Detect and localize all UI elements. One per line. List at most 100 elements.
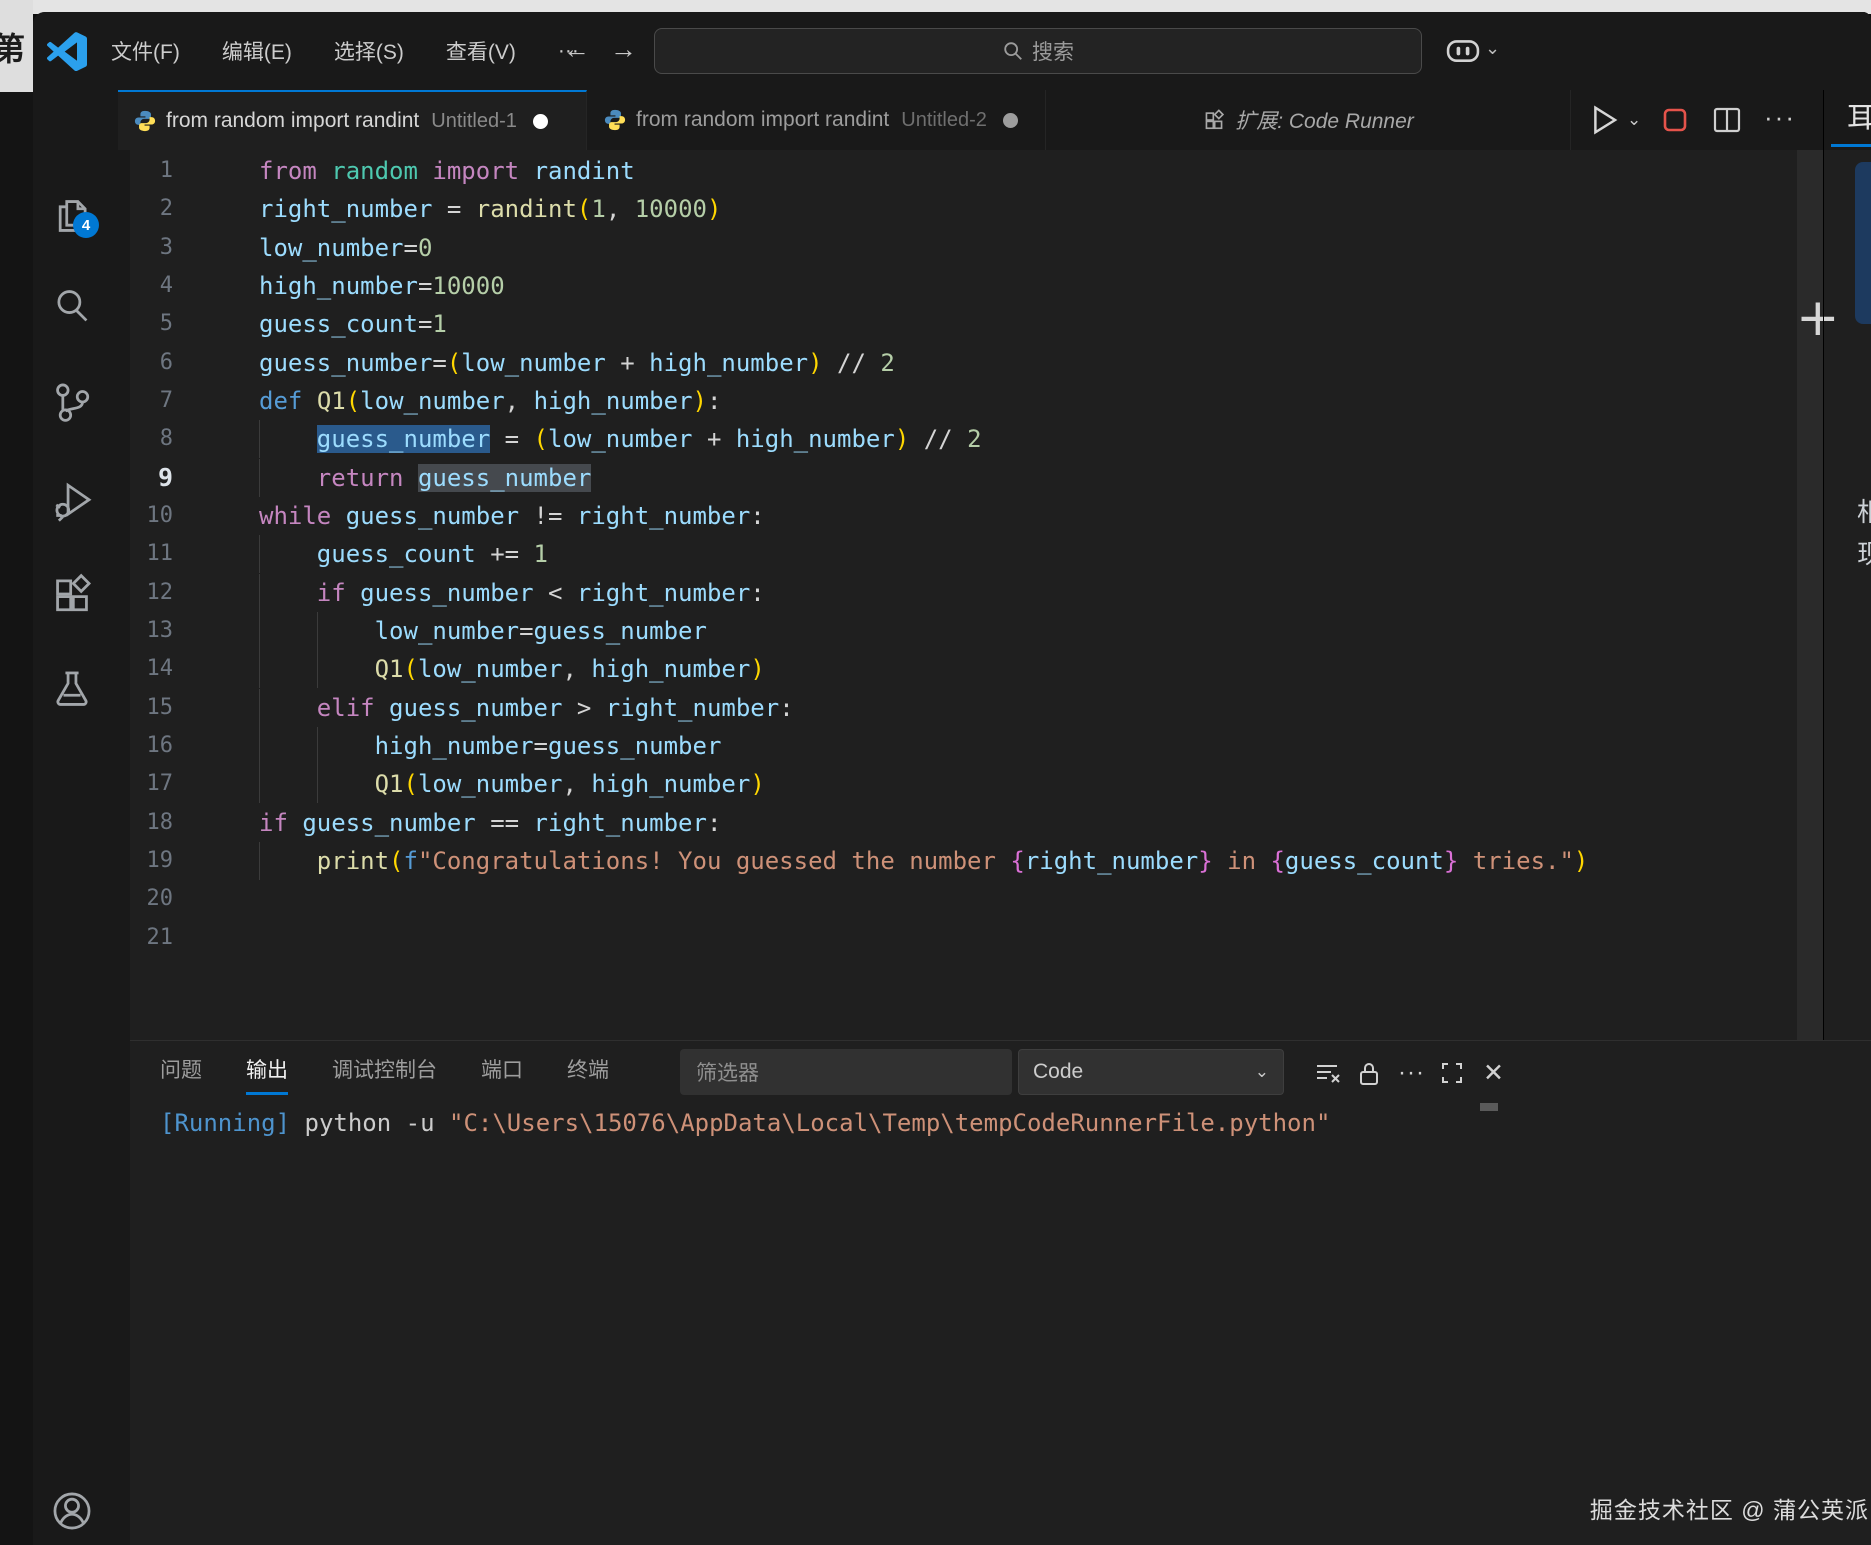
background-window-edge: 第: [0, 0, 33, 92]
testing-icon[interactable]: [51, 669, 93, 711]
run-code-button[interactable]: [1589, 104, 1619, 136]
tab-code-runner-extension[interactable]: 扩展: Code Runner: [1047, 90, 1571, 150]
code-token: >: [562, 694, 605, 722]
output-segment: python -u: [305, 1109, 450, 1137]
code-line[interactable]: while guess_number != right_number:: [259, 497, 765, 535]
code-line[interactable]: high_number=guess_number: [259, 727, 721, 765]
panel-tab-item[interactable]: 终端: [567, 1054, 609, 1095]
tab-title: 扩展: Code Runner: [1235, 105, 1414, 135]
panel-scrollbar-thumb[interactable]: [1480, 1103, 1498, 1111]
code-token: Q1: [375, 655, 404, 683]
line-number: 8: [130, 420, 173, 458]
line-number: 16: [130, 727, 173, 765]
code-token: =: [418, 272, 432, 300]
right-group-active-tab-underline: [1831, 144, 1871, 147]
copilot-icon[interactable]: [1444, 34, 1482, 66]
run-and-debug-icon[interactable]: [51, 480, 93, 522]
modified-dot-icon[interactable]: [1003, 113, 1018, 128]
code-line[interactable]: guess_count += 1: [259, 535, 548, 573]
code-line[interactable]: print(f"Congratulations! You guessed the…: [259, 842, 1588, 880]
search-sidebar-icon[interactable]: [51, 285, 93, 327]
editor-group-separator[interactable]: [1823, 90, 1824, 1040]
menu-item[interactable]: 文件(F): [95, 28, 196, 74]
code-line[interactable]: Q1(low_number, high_number): [259, 765, 765, 803]
line-number: 11: [130, 535, 173, 573]
editor-scrollbar[interactable]: [1797, 150, 1823, 1040]
line-number: 20: [130, 880, 173, 918]
close-panel-button[interactable]: ✕: [1483, 1061, 1504, 1085]
panel-tab-item[interactable]: 端口: [481, 1054, 523, 1095]
code-line[interactable]: guess_count=1: [259, 305, 447, 343]
menu-item[interactable]: 查看(V): [430, 28, 532, 74]
code-token: :: [707, 809, 721, 837]
code-token: }: [1198, 847, 1212, 875]
editor-tab-bar: from random import randint Untitled-1 fr…: [130, 90, 1871, 150]
code-line[interactable]: high_number=10000: [259, 267, 505, 305]
code-token: low_number: [418, 770, 563, 798]
code-token: ,: [562, 655, 591, 683]
activity-bar: 4 ⚙: [33, 90, 130, 1545]
code-token: f: [404, 847, 418, 875]
forward-arrow-icon[interactable]: →: [610, 34, 637, 65]
code-line[interactable]: guess_number = (low_number + high_number…: [259, 420, 982, 458]
code-token: 1: [534, 540, 548, 568]
account-icon[interactable]: [51, 1490, 93, 1532]
code-line[interactable]: from random import randint: [259, 152, 635, 190]
extensions-icon[interactable]: [51, 573, 93, 615]
code-token: [302, 387, 316, 415]
code-token: :: [750, 579, 764, 607]
indent-guide: [259, 765, 317, 803]
code-token: =: [432, 349, 446, 377]
output-filter-input[interactable]: 筛选器: [680, 1049, 1012, 1095]
code-token: tries.": [1458, 847, 1574, 875]
lock-scroll-icon[interactable]: [1357, 1061, 1381, 1087]
code-token: [288, 809, 302, 837]
tab-untitled-1[interactable]: from random import randint Untitled-1: [118, 90, 587, 150]
back-arrow-icon[interactable]: ←: [563, 34, 590, 65]
modified-dot-icon[interactable]: [533, 114, 548, 129]
source-control-icon[interactable]: [51, 381, 93, 423]
maximize-panel-icon[interactable]: [1440, 1061, 1464, 1085]
code-line[interactable]: low_number=0: [259, 229, 432, 267]
code-editor[interactable]: 1from random import randint2right_number…: [130, 150, 1797, 1040]
code-line[interactable]: if guess_number < right_number:: [259, 574, 765, 612]
stop-button[interactable]: [1662, 107, 1688, 133]
indent-guide: [259, 459, 317, 497]
code-token: in: [1213, 847, 1271, 875]
code-token: ): [1574, 847, 1588, 875]
search-icon: [1002, 40, 1024, 62]
code-line[interactable]: right_number = randint(1, 10000): [259, 190, 721, 228]
clear-output-icon[interactable]: [1315, 1061, 1341, 1085]
copilot-chevron-down-icon[interactable]: ⌄: [1485, 38, 1500, 59]
menu-item[interactable]: 选择(S): [318, 28, 420, 74]
more-actions-button[interactable]: ···: [1764, 102, 1796, 133]
code-line[interactable]: Q1(low_number, high_number): [259, 650, 765, 688]
code-line[interactable]: if guess_number == right_number:: [259, 804, 721, 842]
panel-more-actions-button[interactable]: ···: [1398, 1061, 1425, 1085]
indent-guide: [317, 612, 375, 650]
code-token: right_number: [606, 694, 779, 722]
code-line[interactable]: def Q1(low_number, high_number):: [259, 382, 721, 420]
right-group-partial-text: 相: [1857, 492, 1871, 529]
split-editor-button[interactable]: [1713, 107, 1741, 133]
output-channel-select[interactable]: Code ⌄: [1018, 1049, 1284, 1095]
indent-guide: [259, 650, 317, 688]
code-line[interactable]: guess_number=(low_number + high_number) …: [259, 344, 895, 382]
panel-tab-active[interactable]: 输出: [246, 1054, 288, 1095]
command-center-search[interactable]: 搜索: [654, 28, 1422, 74]
panel-tab-item[interactable]: 调试控制台: [332, 1054, 437, 1095]
watermark-text: 掘金技术社区 @ 蒲公英派: [1590, 1491, 1869, 1525]
tab-untitled-2[interactable]: from random import randint Untitled-2: [588, 90, 1046, 150]
code-line[interactable]: low_number=guess_number: [259, 612, 707, 650]
menu-item[interactable]: 编辑(E): [206, 28, 308, 74]
run-chevron-down-icon[interactable]: ⌄: [1627, 110, 1641, 130]
line-number: 7: [130, 382, 173, 420]
code-token: elif: [317, 694, 375, 722]
code-token: high_number: [591, 770, 750, 798]
right-group-tab-partial[interactable]: 耳: [1847, 96, 1871, 136]
code-line[interactable]: return guess_number: [259, 459, 591, 497]
panel-tab-item[interactable]: 问题: [160, 1054, 202, 1095]
code-token: high_number: [534, 387, 693, 415]
code-token: guess_number: [259, 349, 432, 377]
code-line[interactable]: elif guess_number > right_number:: [259, 689, 794, 727]
